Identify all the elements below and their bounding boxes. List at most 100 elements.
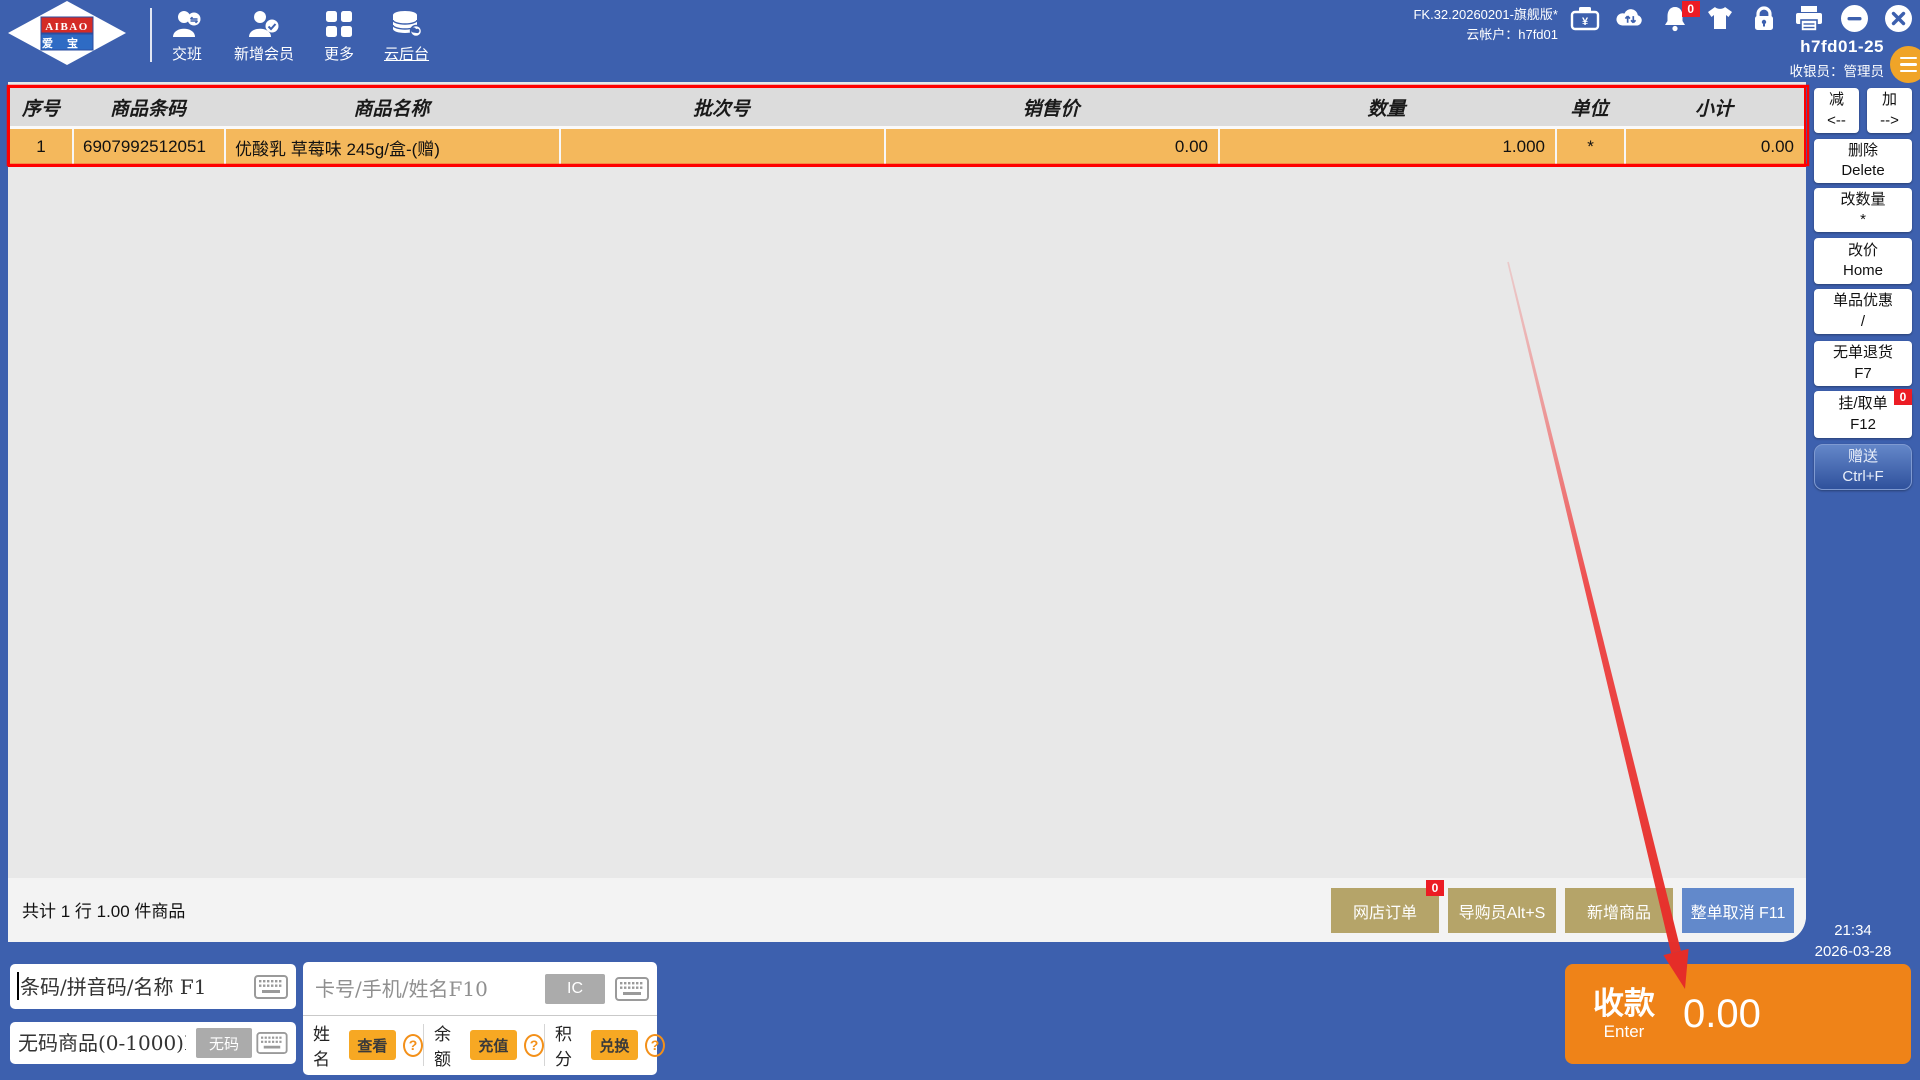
button-label: 网店订单 (1352, 904, 1417, 922)
help-icon[interactable]: ? (644, 1033, 665, 1057)
menu-item-add-member[interactable]: 新增会员 (234, 9, 294, 64)
printer-icon[interactable] (1794, 4, 1824, 32)
table-row[interactable]: 1 6907992512051 优酸乳 草莓味 245g/盒-(赠) 0.00 … (10, 129, 1804, 165)
aibao-logo: AIBAO 爱宝 (8, 1, 126, 65)
text-caret (17, 972, 19, 1000)
button-label: 删除 (1847, 141, 1878, 159)
lock-icon[interactable] (1749, 4, 1779, 32)
button-key: Delete (1841, 162, 1885, 179)
menu-item-more[interactable]: 更多 (324, 9, 354, 64)
delete-item-button[interactable]: 删除 Delete (1814, 139, 1912, 183)
clock-time: 21:34 (1834, 922, 1872, 939)
hold-retrieve-order-button[interactable]: 挂/取单 F12 0 (1814, 389, 1912, 438)
help-icon[interactable]: ? (523, 1033, 544, 1057)
button-label: 加 (1881, 91, 1897, 109)
no-barcode-input[interactable] (18, 1022, 186, 1064)
top-bar: AIBAO 爱宝 交班 新增会员 更多 云后台 FK.32.20260201-旗… (0, 0, 1920, 83)
checkout-amount: 0.00 (1683, 991, 1761, 1036)
member-card-input[interactable] (315, 962, 515, 1015)
recharge-button[interactable]: 充值 (469, 1030, 517, 1060)
add-member-icon (249, 11, 279, 37)
salesperson-button[interactable]: 导购员Alt+S (1448, 888, 1556, 933)
shift-change-icon (173, 11, 201, 37)
col-header-subtotal: 小计 (1694, 97, 1733, 120)
keyboard-icon[interactable] (256, 1032, 288, 1054)
version-text: FK.32.20260201-旗舰版* (1413, 7, 1558, 22)
decrease-qty-button[interactable]: 减 <-- (1814, 88, 1859, 133)
checkout-label: 收款 (1593, 985, 1655, 1021)
menu-label: 更多 (324, 46, 355, 63)
button-label: 挂/取单 (1838, 395, 1888, 413)
online-orders-button[interactable]: 网店订单 0 (1331, 880, 1444, 933)
main-area: 序号 商品条码 商品名称 批次号 销售价 数量 单位 小计 1 69079925… (8, 82, 1806, 942)
cloud-account-text: 云帐户：h7fd01 (1466, 27, 1558, 43)
member-panel: IC 姓名 查看 ? 余额 充值 ? 积分 兑换 ? (303, 962, 665, 1075)
status-buttons: 网店订单 0 导购员Alt+S 新增商品 整单取消 F11 (1331, 880, 1794, 933)
clock: 21:34 2026-03-28 (1790, 920, 1916, 962)
item-discount-button[interactable]: 单品优惠 / (1814, 289, 1912, 334)
button-key: / (1860, 312, 1866, 330)
button-label: 改价 (1847, 241, 1878, 259)
sale-items-table: 序号 商品条码 商品名称 批次号 销售价 数量 单位 小计 1 69079925… (8, 86, 1806, 167)
redeem-button[interactable]: 兑换 (590, 1030, 638, 1060)
button-key: F12 (1850, 415, 1876, 433)
add-product-button[interactable]: 新增商品 (1565, 888, 1673, 933)
keyboard-icon[interactable] (615, 976, 649, 1001)
status-strip: 共计 1 行 1.00 件商品 网店订单 0 导购员Alt+S 新增商品 整单取… (8, 878, 1806, 942)
menu-label: 云后台 (384, 46, 430, 63)
close-icon[interactable] (1884, 4, 1914, 32)
bell-badge: 0 (1681, 1, 1700, 17)
member-info-row: 姓名 查看 ? 余额 充值 ? 积分 兑换 ? (303, 1016, 665, 1074)
svg-text:¥: ¥ (1582, 16, 1589, 28)
notification-bell-icon[interactable]: 0 (1660, 1, 1700, 32)
topbar-icon-row: ¥ 0 (1570, 1, 1914, 32)
col-header-unit: 单位 (1570, 97, 1609, 120)
button-key: Ctrl+F (1842, 468, 1884, 485)
button-key: <-- (1827, 111, 1846, 129)
cancel-order-button[interactable]: 整单取消 F11 (1682, 888, 1794, 933)
col-header-index: 序号 (21, 97, 60, 120)
view-member-button[interactable]: 查看 (348, 1030, 396, 1060)
help-icon[interactable]: ? (402, 1033, 423, 1057)
version-block: FK.32.20260201-旗舰版* 云帐户：h7fd01 (1250, 5, 1558, 45)
hamburger-menu-icon[interactable] (1890, 46, 1920, 83)
more-grid-icon (326, 11, 353, 37)
totals-summary: 共计 1 行 1.00 件商品 (22, 902, 186, 921)
no-barcode-button[interactable]: 无码 (196, 1028, 252, 1058)
menu-label: 交班 (171, 46, 202, 63)
button-label: 改数量 (1840, 190, 1886, 208)
cashier-label: 收银员：管理员 (1789, 64, 1885, 79)
change-qty-button[interactable]: 改数量 * (1814, 188, 1912, 232)
cloud-backend-icon (391, 11, 422, 38)
clothing-icon[interactable] (1705, 4, 1735, 32)
cash-drawer-icon[interactable]: ¥ (1570, 4, 1600, 32)
button-key: --> (1880, 111, 1899, 129)
cell-price: 0.00 (884, 129, 1218, 165)
increase-qty-button[interactable]: 加 --> (1867, 88, 1912, 133)
button-key: * (1860, 211, 1866, 228)
col-header-price: 销售价 (1022, 97, 1080, 120)
ic-card-button[interactable]: IC (545, 974, 605, 1004)
no-receipt-return-button[interactable]: 无单退货 F7 (1814, 341, 1912, 386)
menu-item-shift-change[interactable]: 交班 (170, 9, 204, 64)
clock-date: 2026-03-28 (1814, 943, 1892, 960)
col-header-name: 商品名称 (353, 97, 430, 120)
gift-button[interactable]: 赠送 Ctrl+F (1814, 444, 1912, 490)
cloud-sync-icon[interactable] (1615, 4, 1645, 32)
menu-label: 新增会员 (234, 46, 295, 63)
checkout-button[interactable]: 收款 Enter 0.00 (1565, 964, 1911, 1064)
change-price-button[interactable]: 改价 Home (1814, 238, 1912, 284)
online-orders-badge: 0 (1426, 880, 1444, 896)
barcode-search-box (10, 964, 296, 1009)
menu-item-cloud-backend[interactable]: 云后台 (384, 9, 429, 64)
col-header-barcode: 商品条码 (109, 97, 186, 120)
logo-text-en: AIBAO (45, 21, 89, 33)
minimize-icon[interactable] (1839, 4, 1869, 32)
keyboard-icon[interactable] (254, 974, 288, 999)
terminal-block: h7fd01-25 收银员：管理员 (1790, 37, 1885, 80)
col-header-qty: 数量 (1367, 97, 1406, 120)
checkout-key: Enter (1603, 1021, 1645, 1041)
cell-name: 优酸乳 草莓味 245g/盒-(赠) (224, 129, 559, 165)
button-label: 赠送 (1847, 447, 1878, 465)
barcode-input[interactable] (20, 964, 250, 1009)
